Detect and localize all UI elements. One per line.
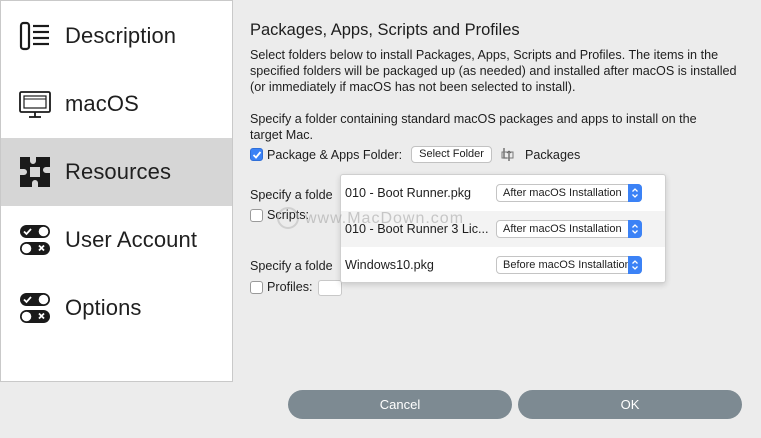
sidebar-item-description[interactable]: Description (1, 2, 232, 70)
scripts-checkbox[interactable] (250, 208, 263, 222)
toggle-icon (18, 223, 52, 257)
page-title: Packages, Apps, Scripts and Profiles (250, 21, 520, 39)
sidebar-item-macos[interactable]: macOS (1, 70, 232, 138)
package-list-popup: 010 - Boot Runner.pkg After macOS Instal… (340, 174, 666, 283)
sidebar-item-options[interactable]: Options (1, 274, 232, 342)
profiles-checkbox-label: Profiles: (267, 280, 313, 294)
packages-folder-name: Packages (524, 147, 581, 162)
install-timing-value: Before macOS Installation (503, 259, 631, 271)
profiles-row: Profiles: (250, 280, 313, 294)
profiles-description: Specify a folde (250, 259, 333, 273)
chevron-updown-icon (628, 256, 642, 274)
scripts-description: Specify a folde (250, 188, 333, 202)
description-icon (18, 19, 52, 53)
package-name: Windows10.pkg (345, 258, 434, 272)
packages-description-line-1: Specify a folder containing standard mac… (250, 112, 697, 126)
sidebar-item-resources[interactable]: Resources (1, 138, 232, 206)
list-item[interactable]: 010 - Boot Runner.pkg After macOS Instal… (341, 175, 665, 211)
sidebar-item-label: Options (65, 295, 142, 320)
ok-button[interactable]: OK (518, 390, 742, 419)
sidebar-item-label: Description (65, 23, 177, 48)
packages-description-line-2: target Mac. (250, 128, 313, 142)
list-item[interactable]: Windows10.pkg Before macOS Installation (341, 247, 665, 283)
install-timing-select[interactable]: After macOS Installation (496, 220, 642, 238)
profiles-select-button[interactable] (318, 280, 342, 296)
profiles-checkbox[interactable] (250, 280, 263, 294)
sidebar-item-user-account[interactable]: User Account (1, 206, 232, 274)
packages-checkbox[interactable] (250, 148, 263, 161)
intro-line-1: Select folders below to install Packages… (250, 48, 719, 62)
checkmark-icon (252, 150, 261, 159)
install-timing-value: After macOS Installation (503, 187, 622, 199)
install-timing-select[interactable]: After macOS Installation (496, 184, 642, 202)
cancel-button[interactable]: Cancel (288, 390, 512, 419)
chevron-updown-icon (628, 184, 642, 202)
toggle-icon (18, 291, 52, 325)
install-timing-value: After macOS Installation (503, 223, 622, 235)
packages-checkbox-label: Package & Apps Folder: (267, 147, 403, 162)
install-timing-select[interactable]: Before macOS Installation (496, 256, 642, 274)
watermark-text: www.MacDown.com (305, 210, 465, 227)
package-name: 010 - Boot Runner.pkg (345, 186, 472, 200)
watermark-logo (277, 207, 299, 229)
intro-line-3: (or immediately if macOS has not been se… (250, 80, 576, 94)
sidebar: Description macOS Resources User Account… (0, 0, 233, 382)
intro-line-2: specified folders will be packaged up (a… (250, 64, 737, 78)
sidebar-item-label: Resources (65, 159, 172, 184)
select-folder-button[interactable]: Select Folder (411, 146, 492, 163)
chevron-updown-icon (628, 220, 642, 238)
monitor-icon (18, 87, 52, 121)
puzzle-icon (18, 155, 52, 189)
folder-path-icon (501, 147, 514, 162)
sidebar-item-label: User Account (65, 227, 198, 252)
sidebar-item-label: macOS (65, 91, 139, 116)
packages-row: Package & Apps Folder: Select Folder Pac… (250, 146, 580, 163)
